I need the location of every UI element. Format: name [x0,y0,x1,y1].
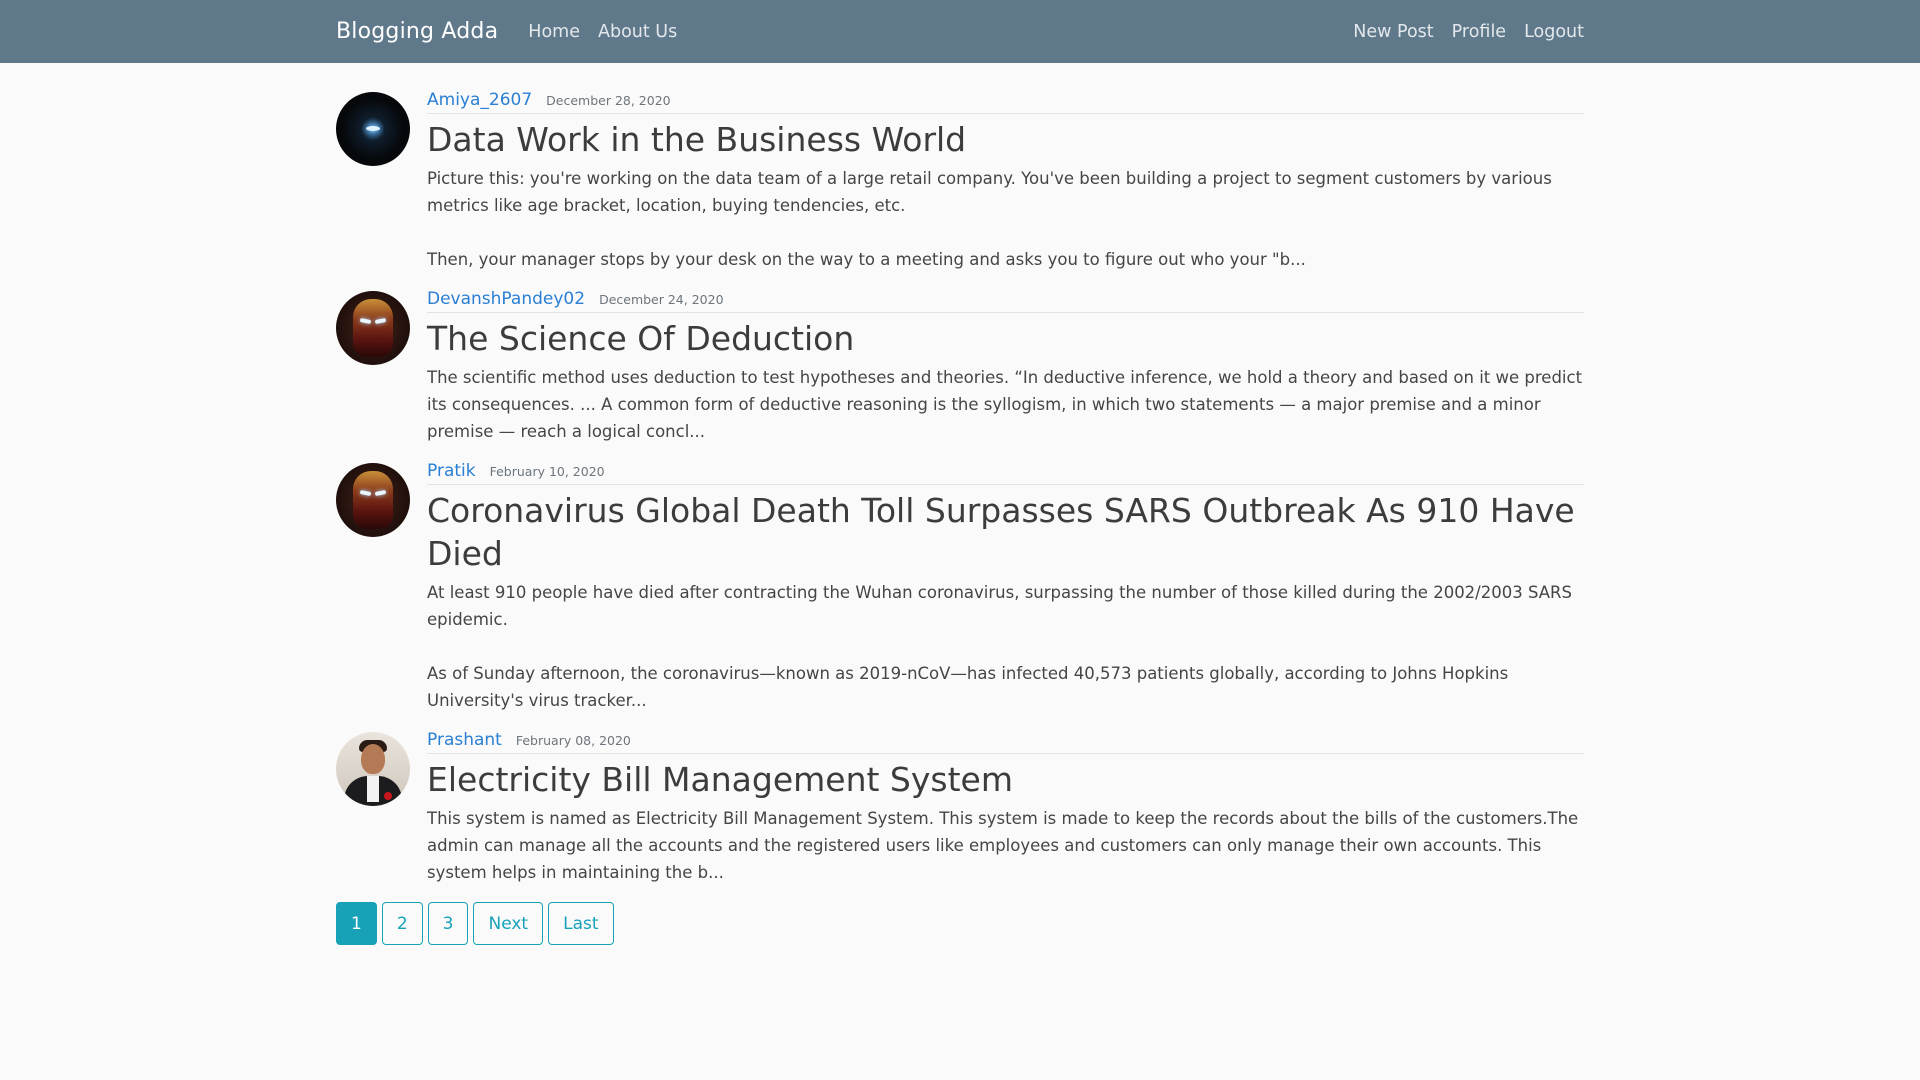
avatar-face [353,299,393,357]
page-3-button[interactable]: 3 [427,902,469,945]
post-body: DevanshPandey02 December 24, 2020 The Sc… [427,289,1584,445]
avatar-face [353,471,393,529]
post-meta: Pratik February 10, 2020 [427,461,1584,485]
last-page-button[interactable]: Last [548,902,614,945]
nav-link-profile[interactable]: Profile [1452,22,1506,42]
author-link[interactable]: DevanshPandey02 [427,289,585,309]
post-date: February 08, 2020 [515,733,631,748]
post-body: Amiya_2607 December 28, 2020 Data Work i… [427,90,1584,273]
nav-link-new-post[interactable]: New Post [1353,22,1433,42]
navbar-right: New Post Profile Logout [1335,22,1584,42]
post-body: Pratik February 10, 2020 Coronavirus Glo… [427,461,1584,714]
author-avatar[interactable] [336,732,410,806]
post-list: Amiya_2607 December 28, 2020 Data Work i… [336,63,1584,945]
post-title-link[interactable]: The Science Of Deduction [427,317,1584,360]
author-avatar[interactable] [336,463,410,537]
post-item: DevanshPandey02 December 24, 2020 The Sc… [336,289,1584,445]
post-item: Pratik February 10, 2020 Coronavirus Glo… [336,461,1584,714]
post-date: February 10, 2020 [489,464,605,479]
post-excerpt: The scientific method uses deduction to … [427,368,1583,441]
author-link[interactable]: Pratik [427,461,476,481]
navbar-inner: Blogging Adda Home About Us New Post Pro… [336,19,1584,44]
nav-link-logout[interactable]: Logout [1524,22,1584,42]
post-meta: DevanshPandey02 December 24, 2020 [427,289,1584,313]
author-avatar[interactable] [336,291,410,365]
author-link[interactable]: Prashant [427,730,502,750]
post-excerpt: Picture this: you're working on the data… [427,169,1552,269]
navbar: Blogging Adda Home About Us New Post Pro… [0,0,1920,63]
avatar-shirt [367,776,379,802]
nav-link-about-us[interactable]: About Us [598,22,677,42]
post-excerpt: This system is named as Electricity Bill… [427,809,1579,882]
post-date: December 24, 2020 [599,292,724,307]
post-excerpt: At least 910 people have died after cont… [427,583,1572,710]
post-item: Prashant February 08, 2020 Electricity B… [336,730,1584,886]
post-date: December 28, 2020 [546,93,671,108]
author-avatar[interactable] [336,92,410,166]
post-title-link[interactable]: Electricity Bill Management System [427,758,1584,801]
post-item: Amiya_2607 December 28, 2020 Data Work i… [336,90,1584,273]
post-title-link[interactable]: Data Work in the Business World [427,118,1584,161]
page-2-button[interactable]: 2 [381,902,423,945]
nav-link-home[interactable]: Home [528,22,580,42]
navbar-left: Blogging Adda Home About Us [336,19,695,44]
post-meta: Amiya_2607 December 28, 2020 [427,90,1584,114]
page-1-button[interactable]: 1 [336,902,377,945]
avatar-head [361,744,385,774]
next-page-button[interactable]: Next [473,902,544,945]
brand-link[interactable]: Blogging Adda [336,19,498,44]
post-body: Prashant February 08, 2020 Electricity B… [427,730,1584,886]
pagination: 1 2 3 Next Last [336,902,1584,945]
avatar-rose [384,792,392,800]
post-meta: Prashant February 08, 2020 [427,730,1584,754]
author-link[interactable]: Amiya_2607 [427,90,532,110]
post-title-link[interactable]: Coronavirus Global Death Toll Surpasses … [427,489,1584,575]
